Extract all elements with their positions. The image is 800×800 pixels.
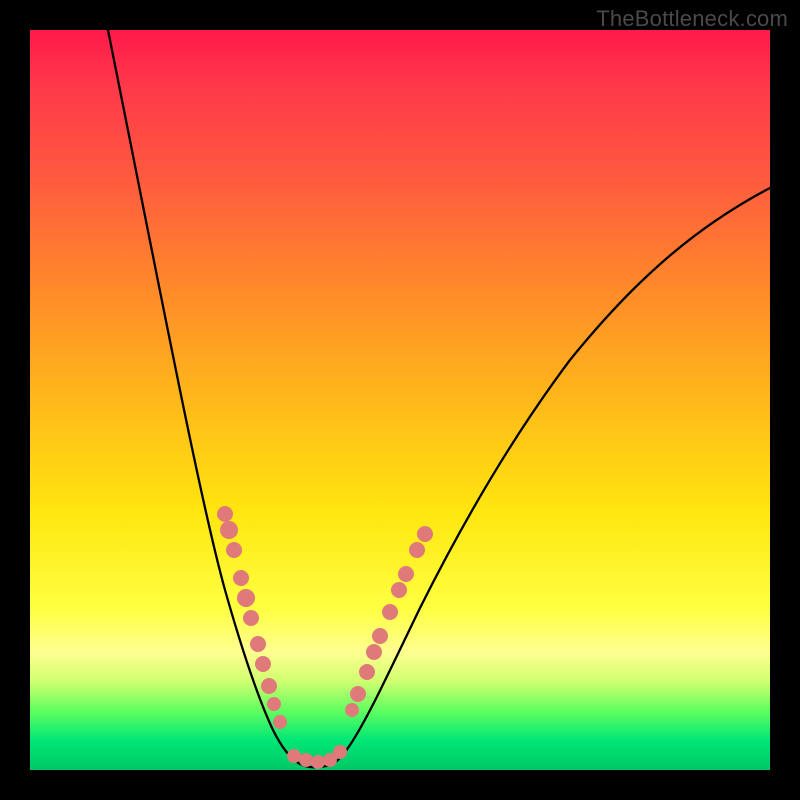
markers-left xyxy=(217,506,287,729)
data-point xyxy=(287,749,301,763)
data-point xyxy=(345,703,359,717)
data-point xyxy=(409,542,425,558)
data-point xyxy=(359,664,375,680)
data-point xyxy=(382,604,398,620)
data-point xyxy=(366,644,382,660)
chart-svg xyxy=(30,30,770,770)
curve-right-branch xyxy=(326,188,770,766)
data-point xyxy=(255,656,271,672)
data-point xyxy=(261,678,277,694)
chart-frame: TheBottleneck.com xyxy=(0,0,800,800)
markers-bottom xyxy=(287,745,347,769)
data-point xyxy=(226,542,242,558)
data-point xyxy=(250,636,266,652)
data-point xyxy=(391,582,407,598)
data-point xyxy=(237,589,255,607)
data-point xyxy=(243,610,259,626)
data-point xyxy=(372,628,388,644)
data-point xyxy=(299,753,313,767)
data-point xyxy=(417,526,433,542)
watermark-text: TheBottleneck.com xyxy=(596,6,788,32)
data-point xyxy=(217,506,233,522)
markers-right xyxy=(345,526,433,717)
data-point xyxy=(398,566,414,582)
data-point xyxy=(267,697,281,711)
data-point xyxy=(233,570,249,586)
data-point xyxy=(220,521,238,539)
curve-left-branch xyxy=(108,30,326,767)
data-point xyxy=(333,745,347,759)
data-point xyxy=(311,755,325,769)
plot-area xyxy=(30,30,770,770)
data-point xyxy=(350,686,366,702)
data-point xyxy=(273,715,287,729)
